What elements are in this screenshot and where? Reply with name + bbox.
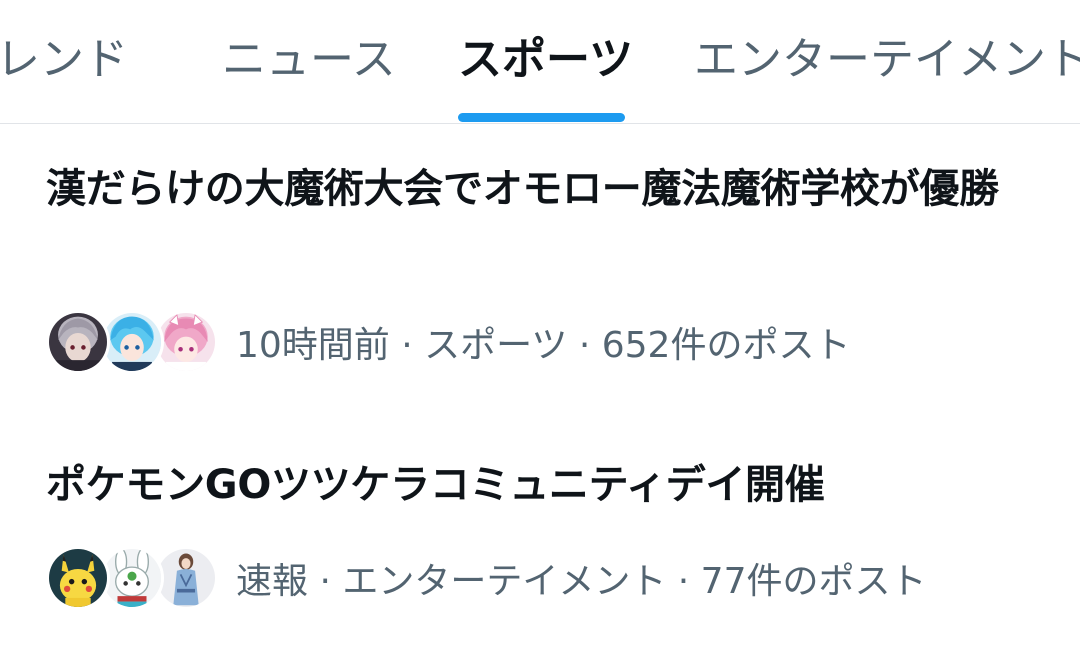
tab-news[interactable]: ニュース <box>222 28 396 92</box>
trend-item[interactable]: 漢だらけの大魔術大会でオモロー魔法魔術学校が優勝 10時間前 · スポーツ · … <box>46 160 1036 374</box>
active-tab-indicator <box>458 113 625 122</box>
avatar-group <box>46 310 218 374</box>
tab-bar: トレンド ニュース スポーツ エンターテイメント <box>0 0 1080 124</box>
tab-sports[interactable]: スポーツ <box>458 28 633 92</box>
trend-meta-row: 10時間前 · スポーツ · 652件のポスト <box>46 310 850 374</box>
avatar <box>46 310 110 374</box>
tab-entertainment[interactable]: エンターテイメント <box>694 28 1080 92</box>
trend-meta: 10時間前 · スポーツ · 652件のポスト <box>236 325 851 366</box>
trend-title: ポケモンGOツツケラコミュニティデイ開催 <box>46 462 825 508</box>
trend-item[interactable]: ポケモンGOツツケラコミュニティデイ開催 速報 · エンターテイメント · 77… <box>46 456 1036 610</box>
trend-meta-row: 速報 · エンターテイメント · 77件のポスト <box>46 546 926 610</box>
avatar <box>46 546 110 610</box>
avatar-group <box>46 546 218 610</box>
trend-meta: 速報 · エンターテイメント · 77件のポスト <box>236 561 927 602</box>
trend-title: 漢だらけの大魔術大会でオモロー魔法魔術学校が優勝 <box>46 166 999 212</box>
tab-trending[interactable]: トレンド <box>0 28 128 92</box>
